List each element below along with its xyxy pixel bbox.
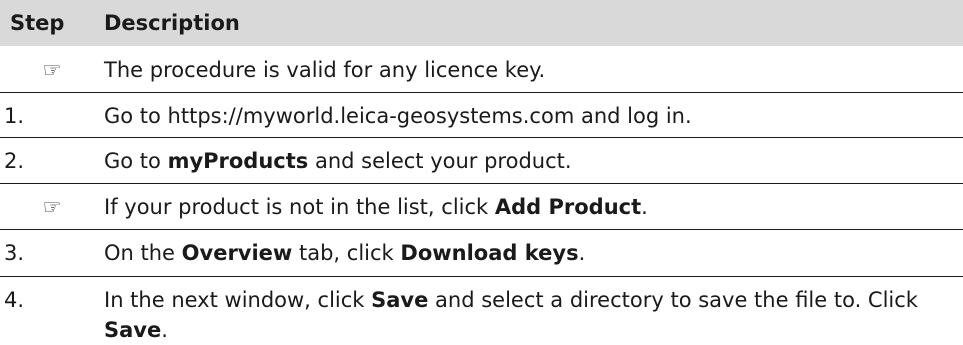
step-column-header: Step — [10, 11, 65, 35]
step-number: 3. — [4, 241, 25, 265]
ui-term: Overview — [181, 241, 293, 265]
row-description: On the Overview tab, click Download keys… — [104, 241, 586, 265]
ui-term: myProducts — [167, 149, 309, 173]
table-row: ☞ If your product is not in the list, cl… — [0, 184, 963, 230]
table-row: 3. On the Overview tab, click Download k… — [0, 230, 963, 277]
pointing-hand-icon: ☞ — [42, 58, 62, 82]
ui-term: Save — [371, 288, 429, 312]
table-header: Step Description — [0, 0, 963, 46]
procedure-table: Step Description ☞ The procedure is vali… — [0, 0, 963, 342]
table-row: 4. In the next window, click Save and se… — [0, 277, 963, 342]
row-description: If your product is not in the list, clic… — [104, 195, 648, 219]
ui-term: Add Product — [494, 195, 642, 219]
pointing-hand-icon: ☞ — [42, 195, 62, 219]
ui-term: Save — [104, 318, 162, 342]
step-number: 4. — [4, 288, 25, 312]
step-number: 2. — [4, 149, 25, 173]
ui-term: Download keys — [400, 241, 579, 265]
step-number: 1. — [4, 104, 25, 128]
row-description: Go to https://myworld.leica-geosystems.c… — [104, 104, 692, 128]
row-description: In the next window, click Save and selec… — [104, 288, 918, 342]
row-description: Go to myProducts and select your product… — [104, 149, 572, 173]
table-row: 2. Go to myProducts and select your prod… — [0, 138, 963, 184]
table-row: 1. Go to https://myworld.leica-geosystem… — [0, 93, 963, 138]
table-row: ☞ The procedure is valid for any licence… — [0, 46, 963, 93]
row-description: The procedure is valid for any licence k… — [104, 58, 546, 82]
description-column-header: Description — [104, 11, 240, 35]
